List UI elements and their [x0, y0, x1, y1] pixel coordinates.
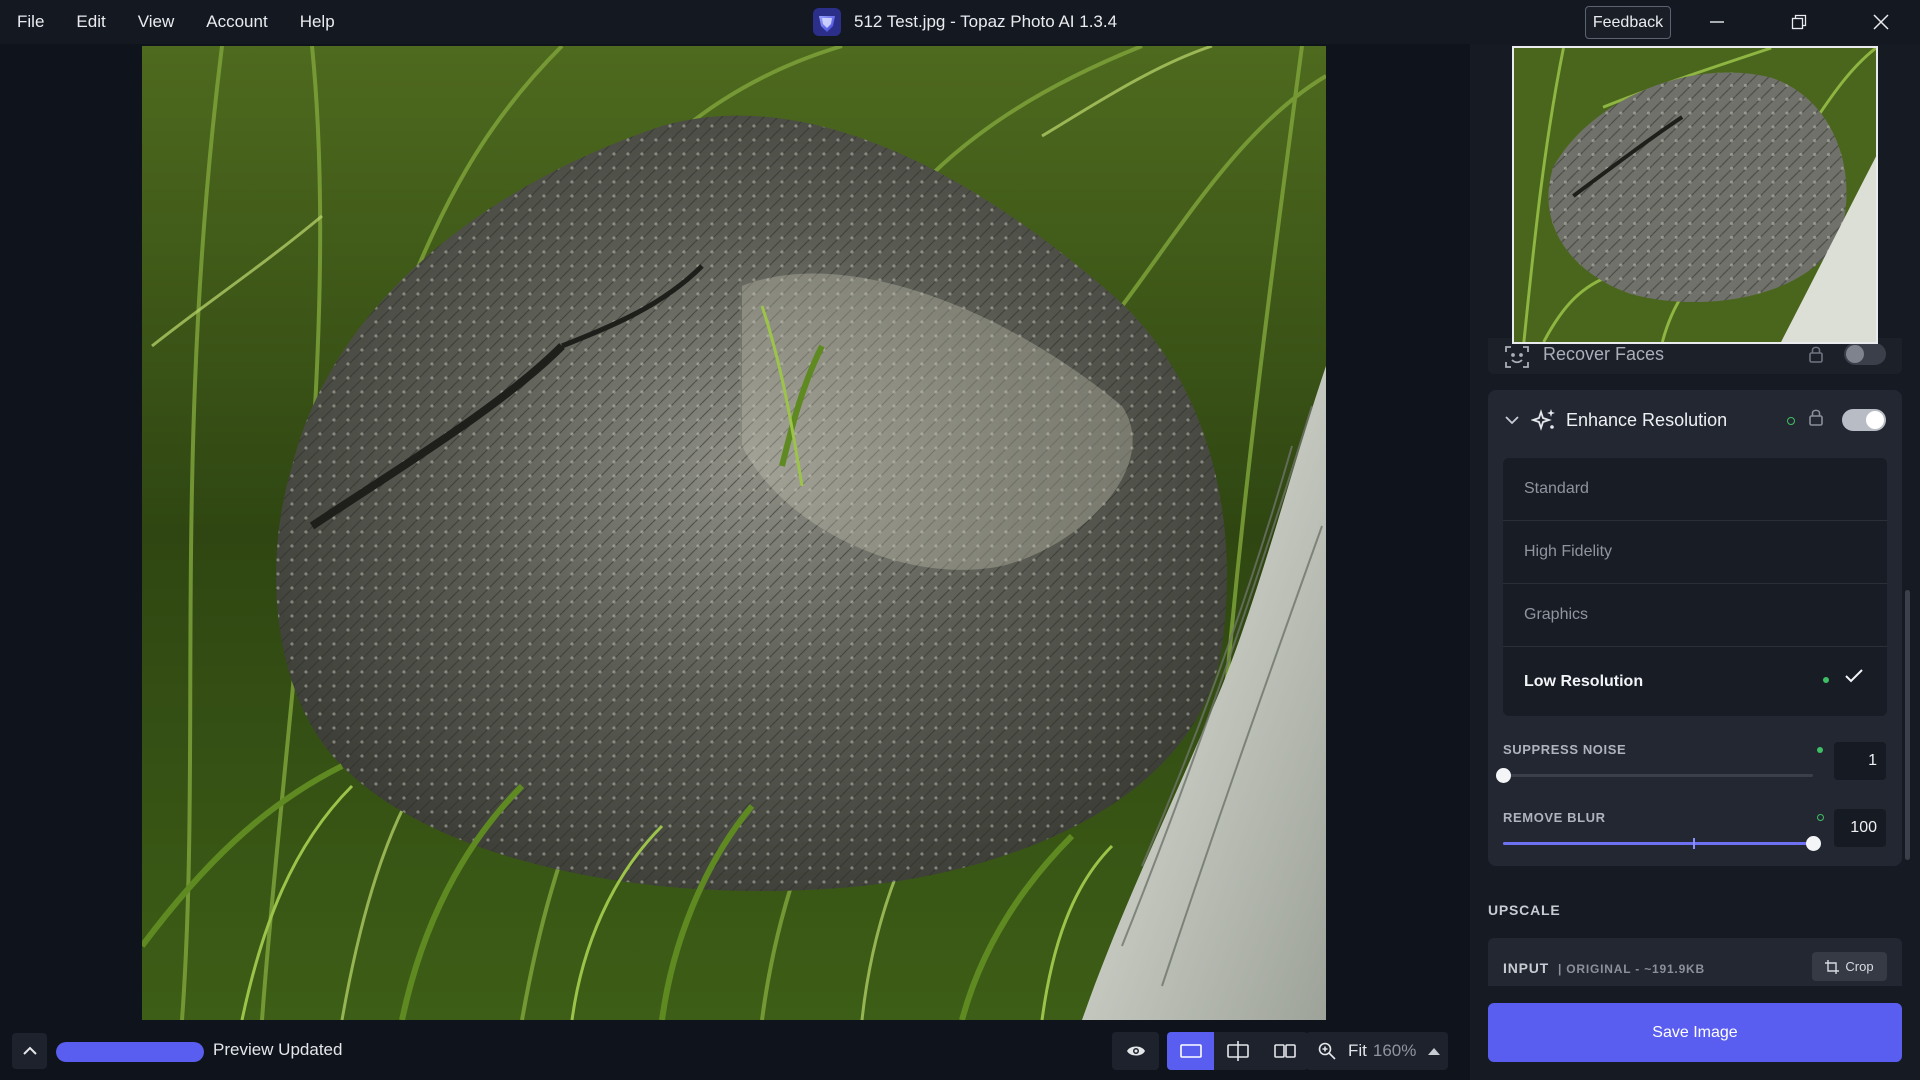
input-label: INPUT: [1503, 960, 1549, 976]
crop-button[interactable]: Crop: [1812, 952, 1887, 981]
checkmark-icon: [1845, 669, 1863, 688]
menu-account[interactable]: Account: [190, 0, 283, 44]
lock-icon[interactable]: [1808, 345, 1824, 368]
status-dot: [1817, 747, 1823, 753]
bottom-bar: Preview Updated Fit 160%: [0, 1020, 1470, 1080]
view-mode-group: [1112, 1032, 1308, 1070]
recover-faces-label: Recover Faces: [1543, 344, 1665, 364]
expand-button[interactable]: [12, 1033, 47, 1069]
remove-blur-label: REMOVE BLUR: [1503, 810, 1606, 825]
side-by-side-icon: [1273, 1044, 1296, 1058]
suppress-noise-value[interactable]: 1: [1834, 742, 1886, 780]
face-scan-icon: [1504, 344, 1530, 370]
zoom-fit-label[interactable]: Fit: [1348, 1041, 1367, 1061]
menu-bar: File Edit View Account Help: [0, 0, 351, 44]
lock-icon[interactable]: [1808, 408, 1824, 431]
menu-view[interactable]: View: [122, 0, 191, 44]
enhance-resolution-card: Enhance Resolution Standard High Fidelit…: [1488, 390, 1902, 866]
menu-help[interactable]: Help: [284, 0, 351, 44]
model-high-fidelity[interactable]: High Fidelity: [1503, 521, 1887, 584]
model-low-resolution[interactable]: Low Resolution: [1503, 647, 1887, 716]
preview-toggle-button[interactable]: [1112, 1032, 1159, 1070]
remove-blur-slider[interactable]: [1503, 836, 1821, 851]
preview-image[interactable]: [142, 46, 1326, 1020]
remove-blur-fill: [1503, 842, 1813, 845]
status-text: Preview Updated: [213, 1040, 343, 1059]
progress-bar: [56, 1042, 204, 1062]
status-dot: [1787, 417, 1795, 425]
chevron-up-icon: [22, 1046, 37, 1055]
zoom-control[interactable]: Fit 160%: [1306, 1032, 1448, 1070]
minimize-button[interactable]: [1682, 0, 1752, 44]
enhance-resolution-toggle[interactable]: [1842, 409, 1886, 431]
zoom-percent: 160%: [1372, 1041, 1417, 1060]
navigator-preview[interactable]: [1512, 46, 1878, 344]
model-standard[interactable]: Standard: [1503, 458, 1887, 521]
split-view-icon: [1226, 1041, 1249, 1061]
minimize-icon: [1710, 21, 1724, 23]
status-dot: [1823, 677, 1829, 683]
close-button[interactable]: [1846, 0, 1916, 44]
single-view-button[interactable]: [1167, 1032, 1214, 1070]
caret-up-icon[interactable]: [1428, 1047, 1441, 1055]
model-low-resolution-label: Low Resolution: [1524, 672, 1644, 690]
status-dot: [1817, 814, 1824, 821]
model-graphics[interactable]: Graphics: [1503, 584, 1887, 647]
crop-label: Crop: [1845, 959, 1874, 974]
remove-blur-thumb[interactable]: [1806, 836, 1821, 851]
enhance-resolution-title: Enhance Resolution: [1566, 410, 1728, 430]
feedback-button[interactable]: Feedback: [1585, 6, 1671, 39]
topaz-logo-icon: [812, 7, 842, 37]
recover-faces-toggle[interactable]: [1844, 343, 1886, 365]
chevron-down-icon[interactable]: [1505, 412, 1519, 430]
upscale-input-row: INPUT | ORIGINAL - ~191.9KB Crop: [1488, 938, 1902, 986]
save-image-button[interactable]: Save Image: [1488, 1003, 1902, 1062]
remove-blur-value[interactable]: 100: [1834, 809, 1886, 847]
panel-scrollbar[interactable]: [1905, 590, 1910, 860]
sparkle-icon: [1530, 407, 1557, 438]
menu-file[interactable]: File: [0, 0, 60, 44]
suppress-noise-slider[interactable]: [1496, 768, 1813, 783]
side-by-side-button[interactable]: [1261, 1032, 1308, 1070]
progress-fill: [56, 1042, 204, 1062]
restore-button[interactable]: [1764, 0, 1834, 44]
restore-icon: [1791, 14, 1807, 30]
suppress-noise-thumb[interactable]: [1496, 768, 1511, 783]
enhance-resolution-header[interactable]: Enhance Resolution: [1488, 390, 1902, 450]
upscale-section-label: UPSCALE: [1488, 902, 1561, 918]
eye-icon: [1126, 1046, 1145, 1056]
image-canvas[interactable]: [0, 44, 1470, 1020]
window-title-text: 512 Test.jpg - Topaz Photo AI 1.3.4: [854, 12, 1118, 31]
split-view-button[interactable]: [1214, 1032, 1261, 1070]
title-bar: File Edit View Account Help 512 Test.jpg…: [0, 0, 1920, 44]
crop-icon: [1825, 959, 1840, 974]
input-meta: | ORIGINAL - ~191.9KB: [1558, 962, 1705, 976]
zoom-in-icon: [1318, 1042, 1336, 1060]
close-icon: [1873, 14, 1889, 30]
default-tick: [1693, 838, 1695, 849]
menu-edit[interactable]: Edit: [60, 0, 121, 44]
suppress-noise-label: SUPPRESS NOISE: [1503, 742, 1627, 757]
single-view-icon: [1179, 1044, 1202, 1058]
model-list: Standard High Fidelity Graphics Low Reso…: [1503, 458, 1887, 716]
window-title: 512 Test.jpg - Topaz Photo AI 1.3.4: [812, 0, 1117, 44]
